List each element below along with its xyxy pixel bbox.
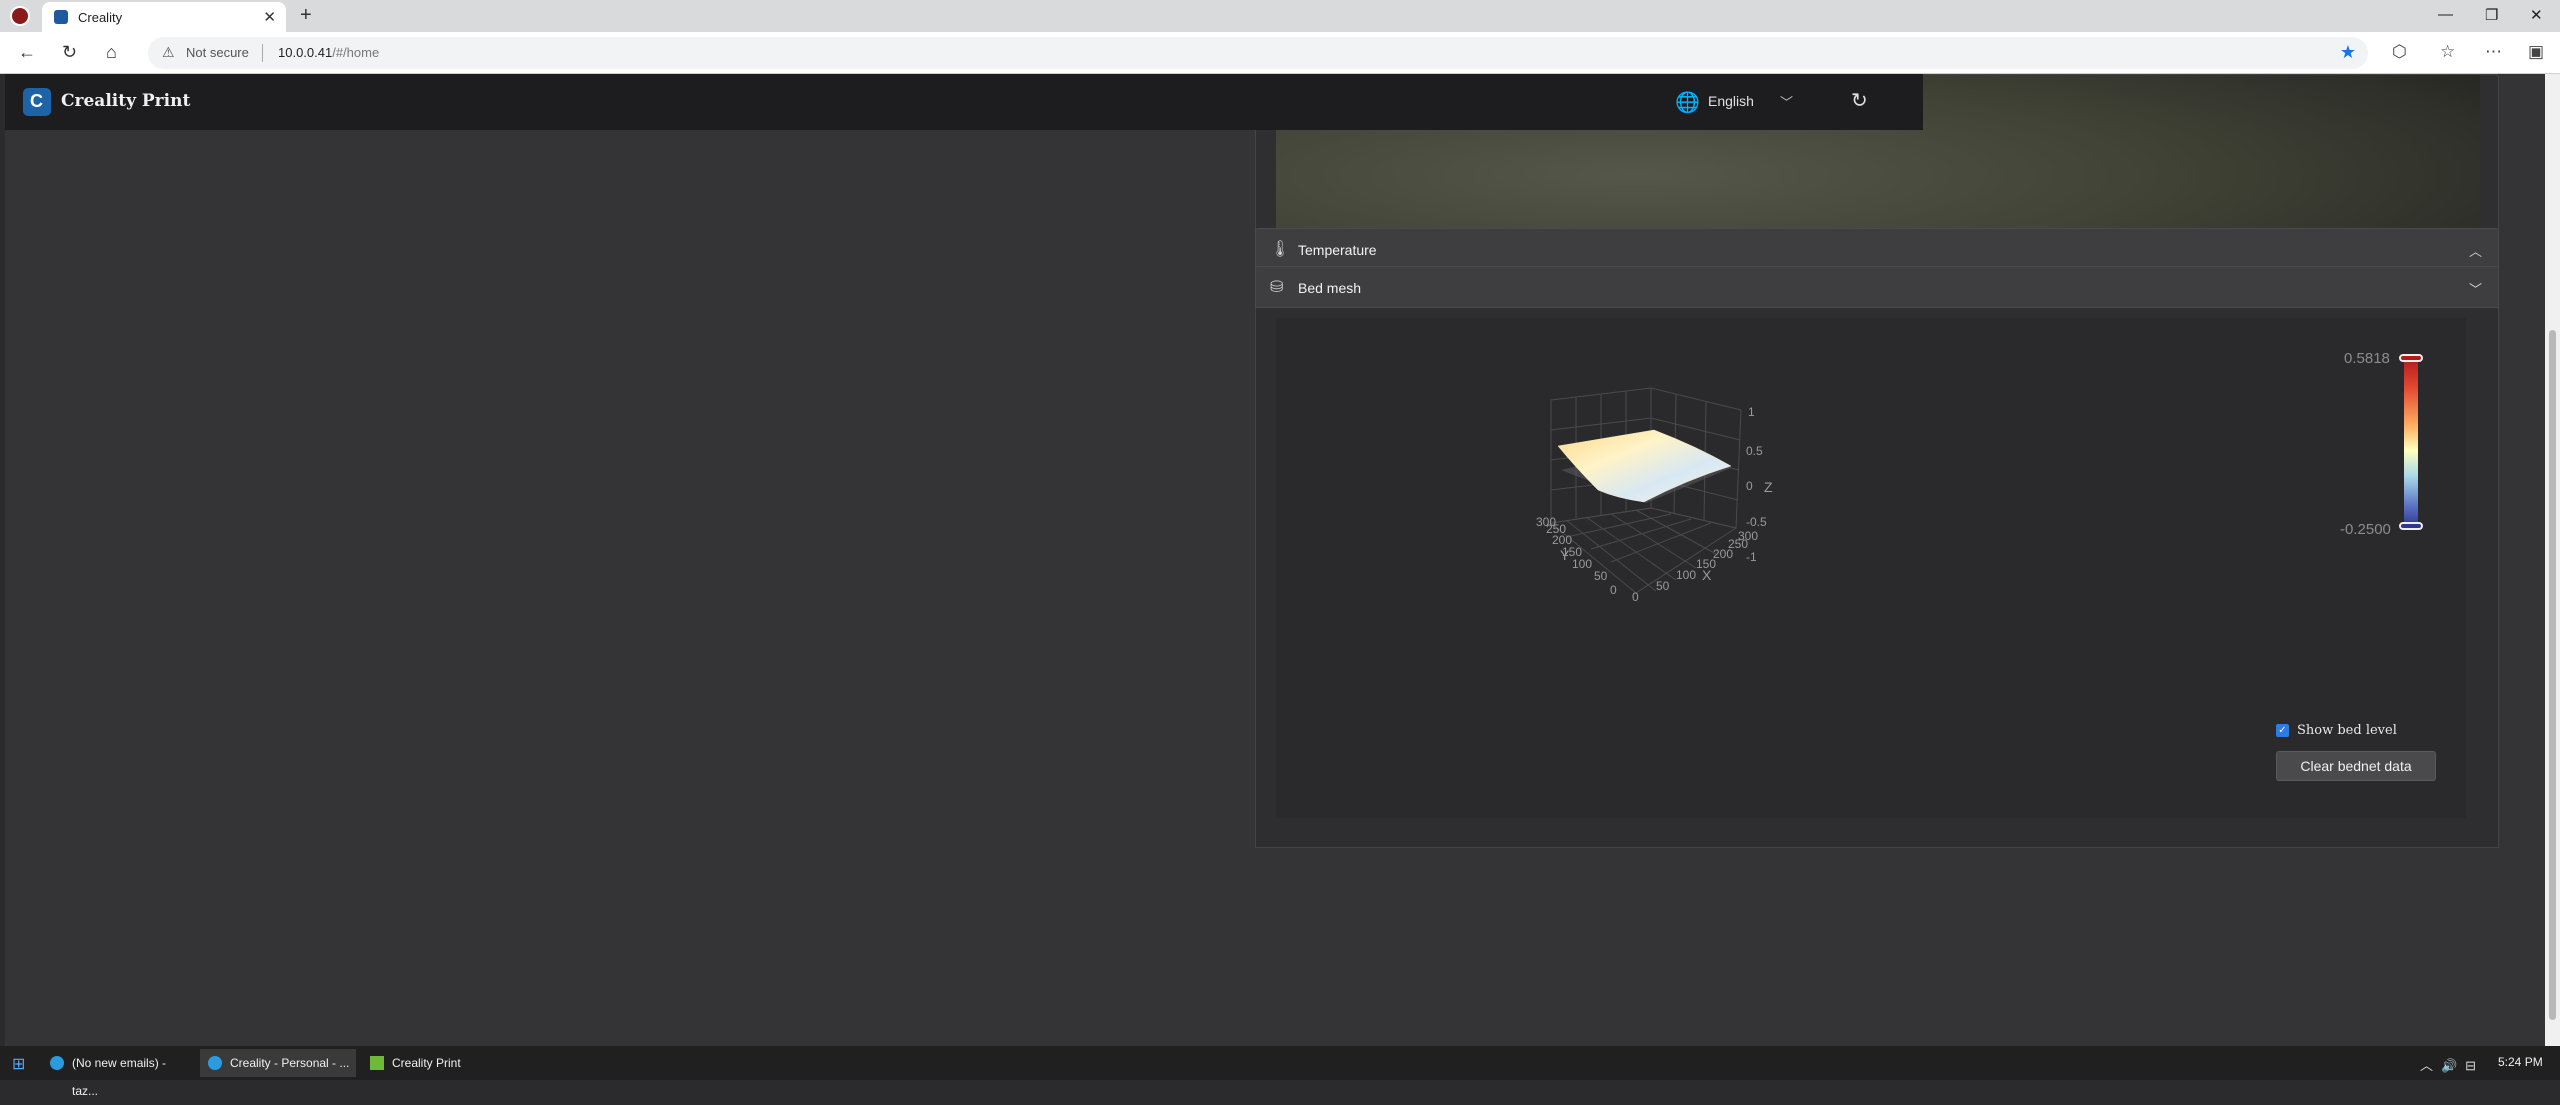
bed-mesh-title: Bed mesh: [1298, 280, 1362, 296]
favorites-icon[interactable]: ☆: [2440, 42, 2455, 62]
y-tick-label: 300: [1536, 515, 1556, 529]
url-path: /#/home: [332, 45, 380, 60]
minimize-button[interactable]: —: [2438, 6, 2453, 23]
taskbar-item-email[interactable]: (No new emails) - taz...: [42, 1049, 192, 1098]
taskbar-item-creality-browser[interactable]: Creality - Personal - ...: [200, 1049, 356, 1077]
taskbar-item-label: Creality - Personal - ...: [230, 1056, 350, 1070]
z-axis-label: Z: [1764, 479, 1773, 495]
favorite-star-icon[interactable]: ★: [2340, 42, 2356, 63]
z-tick-label: 0.5: [1746, 444, 1763, 458]
logo-glyph: C: [30, 91, 43, 111]
tab-title: Creality: [78, 10, 123, 25]
x-tick-label: 100: [1676, 568, 1696, 582]
taskbar-clock: 5:24 PM: [2498, 1055, 2543, 1069]
bed-mesh-section-header[interactable]: ⛁ Bed mesh ﹀: [1255, 266, 2499, 308]
bed-mesh-icon: ⛁: [1270, 279, 1284, 296]
sidebar-icon[interactable]: ▣: [2528, 42, 2544, 62]
creality-favicon-icon: [54, 10, 68, 24]
url-divider: [262, 44, 263, 62]
show-bed-level-label: Show bed level: [2297, 723, 2397, 738]
clear-bednet-button[interactable]: Clear bednet data: [2276, 751, 2436, 781]
extensions-icon[interactable]: ⬡: [2392, 42, 2407, 62]
y-tick-label: 100: [1572, 557, 1592, 571]
address-bar: ← ↻ ⌂ ⚠ Not secure 10.0.0.41/#/home ★ ⬡ …: [0, 32, 2560, 74]
x-tick-label: 0: [1632, 590, 1639, 604]
url-host-text: 10.0.0.41: [278, 45, 333, 60]
language-selector[interactable]: English: [1708, 93, 1754, 109]
colorscale-max-handle[interactable]: [2399, 354, 2423, 362]
chevron-down-icon[interactable]: ﹀: [1780, 92, 1793, 111]
thermometer-icon: 🌡: [1270, 241, 1291, 258]
taskbar: ⊞ (No new emails) - taz... Creality - Pe…: [0, 1046, 2560, 1098]
taskbar-item-label: Creality Print: [392, 1056, 461, 1070]
app-title: Creality Print: [61, 91, 191, 111]
browser-tab[interactable]: Creality ✕: [42, 2, 286, 32]
bed-mesh-body: 1 0.5 0 -0.5 -1 Z 0 50 100 150 200 250 300 X 0 50 100 150…: [1255, 308, 2499, 848]
colorscale-bar: [2404, 358, 2418, 526]
y-tick-label: 0: [1610, 583, 1617, 597]
edge-icon: [50, 1056, 64, 1070]
chevron-down-icon[interactable]: ﹀: [2469, 279, 2482, 298]
z-tick-label: 1: [1748, 405, 1755, 419]
x-tick-label: 300: [1738, 529, 1758, 543]
taskbar-item-label: (No new emails) - taz...: [72, 1056, 167, 1098]
new-tab-button[interactable]: +: [300, 4, 312, 27]
back-icon[interactable]: ←: [18, 42, 36, 63]
x-axis-label: X: [1702, 567, 1712, 583]
tab-close-icon[interactable]: ✕: [263, 8, 276, 26]
y-axis-label: Y: [1560, 547, 1570, 563]
windows-start-icon[interactable]: ⊞: [12, 1054, 25, 1074]
colorscale-min: -0.2500: [2340, 521, 2391, 538]
url-field[interactable]: ⚠ Not secure 10.0.0.41/#/home ★: [148, 37, 2368, 69]
taskbar-item-creality-print[interactable]: Creality Print: [362, 1049, 516, 1077]
app-content: C Creality Print 🌐 English ﹀ ↻ 🌡 Tempera…: [5, 74, 2545, 1046]
app-header: C Creality Print 🌐 English ﹀ ↻: [5, 74, 1923, 130]
page-scrollbar[interactable]: [2545, 74, 2560, 1046]
globe-icon[interactable]: 🌐: [1675, 90, 1700, 115]
creality-print-icon: [370, 1056, 384, 1070]
reload-icon[interactable]: ↻: [62, 42, 77, 63]
url-host: 10.0.0.41/#/home: [278, 45, 379, 60]
bed-mesh-plot[interactable]: 1 0.5 0 -0.5 -1 Z 0 50 100 150 200 250 300 X 0 50 100 150…: [1276, 318, 2466, 818]
creality-logo-icon[interactable]: C: [23, 88, 51, 116]
chevron-up-icon[interactable]: ︿: [2469, 241, 2482, 260]
not-secure-label: Not secure: [186, 45, 249, 60]
edge-icon: [208, 1056, 222, 1070]
colorscale-min-handle[interactable]: [2399, 522, 2423, 530]
profile-avatar[interactable]: [10, 6, 30, 26]
temperature-title: Temperature: [1298, 242, 1377, 258]
show-bed-level-checkbox[interactable]: ✓: [2276, 724, 2289, 737]
close-window-button[interactable]: ✕: [2530, 6, 2543, 24]
colorscale-max: 0.5818: [2344, 350, 2390, 367]
restore-button[interactable]: ❐: [2485, 6, 2498, 24]
more-menu-icon[interactable]: ⋯: [2485, 42, 2502, 62]
scrollbar-thumb[interactable]: [2549, 330, 2556, 1020]
show-bed-level-toggle[interactable]: ✓ Show bed level: [2276, 723, 2397, 738]
x-tick-label: 50: [1656, 579, 1670, 593]
system-tray-icons[interactable]: ︿🔊⊟: [2420, 1055, 2484, 1074]
z-tick-label: -1: [1746, 550, 1757, 564]
browser-tab-bar: Creality ✕ + — ❐ ✕: [0, 0, 2560, 32]
temperature-section-header[interactable]: 🌡 Temperature ︿: [1255, 228, 2499, 270]
warning-icon: ⚠: [162, 44, 175, 60]
y-tick-label: 50: [1594, 569, 1608, 583]
z-tick-label: -0.5: [1746, 515, 1767, 529]
refresh-icon[interactable]: ↻: [1851, 88, 1868, 113]
bed-mesh-3d-svg[interactable]: 10.50-0.5-1Z050100150200250300X050100150…: [1276, 318, 2466, 818]
z-tick-label: 0: [1746, 479, 1753, 493]
home-icon[interactable]: ⌂: [106, 42, 117, 63]
